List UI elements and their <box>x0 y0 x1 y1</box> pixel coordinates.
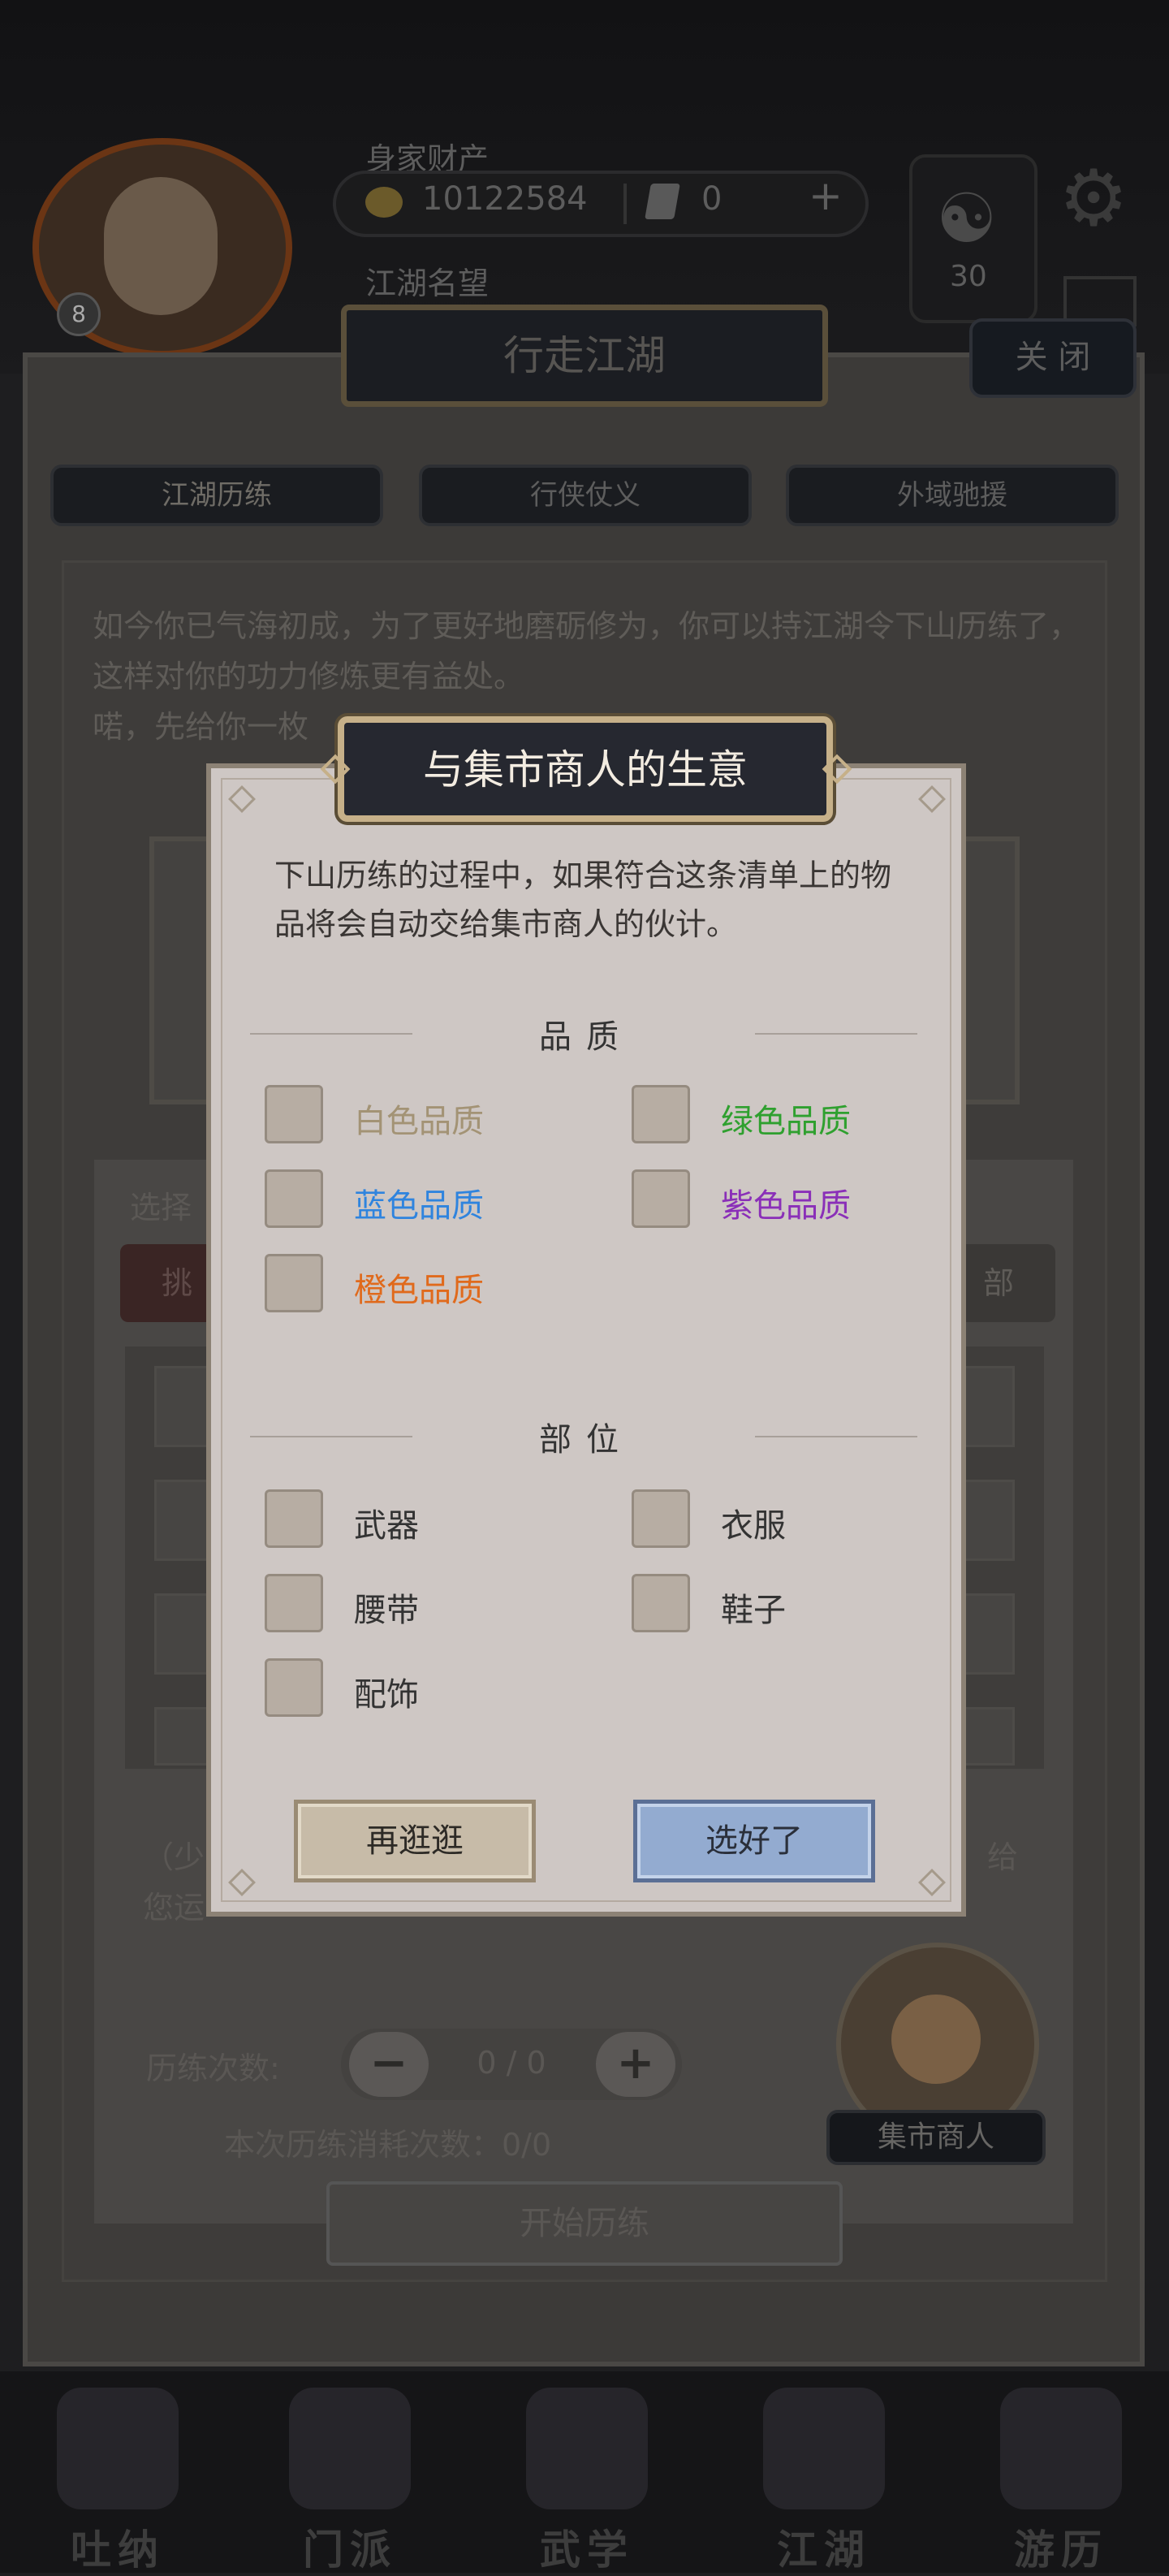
yin-yang-icon: ☯ <box>936 179 998 258</box>
belt-checkbox[interactable] <box>265 1574 323 1632</box>
main-dialog-title: 行走江湖 <box>503 332 666 379</box>
close-button[interactable]: 关 闭 <box>969 318 1137 398</box>
clothes-checkbox[interactable] <box>632 1489 690 1548</box>
accessory-checkbox[interactable] <box>265 1658 323 1717</box>
corner-ornament <box>914 781 947 814</box>
weapon-label: 武器 <box>354 1507 419 1545</box>
token-value: 0 <box>701 180 723 218</box>
orange-quality-label: 橙色品质 <box>354 1272 484 1309</box>
accessory-label: 配饰 <box>354 1676 419 1714</box>
decrement-button[interactable]: − <box>349 2032 429 2097</box>
nav-jianghu[interactable]: 江湖 <box>731 2371 917 2574</box>
increment-button[interactable]: + <box>596 2032 675 2097</box>
practice-count-label: 历练次数: <box>146 2051 280 2086</box>
shoes-label: 鞋子 <box>721 1592 786 1629</box>
green-quality-label: 绿色品质 <box>721 1103 851 1140</box>
section-divider <box>755 1436 917 1437</box>
corner-ornament <box>914 1865 947 1897</box>
white-quality-label: 白色品质 <box>354 1103 484 1140</box>
clothes-label: 衣服 <box>721 1507 786 1545</box>
consume-count-text: 本次历练消耗次数：0/0 <box>224 2127 552 2163</box>
practice-count-value: 0 / 0 <box>477 2045 546 2081</box>
white-quality-checkbox[interactable] <box>265 1085 323 1143</box>
coin-value: 10122584 <box>422 180 588 218</box>
gear-icon[interactable]: ⚙ <box>1059 153 1128 244</box>
select-label: 选择 <box>130 1190 192 1225</box>
merchant-button[interactable]: 集市商人 <box>826 2110 1046 2165</box>
browse-more-button[interactable]: 再逛逛 <box>294 1800 536 1882</box>
blue-quality-checkbox[interactable] <box>265 1169 323 1228</box>
blue-quality-label: 蓝色品质 <box>354 1187 484 1225</box>
coin-icon <box>365 187 403 218</box>
start-practice-button[interactable]: 开始历练 <box>326 2181 843 2266</box>
orange-quality-checkbox[interactable] <box>265 1254 323 1312</box>
section-divider <box>755 1033 917 1035</box>
green-quality-checkbox[interactable] <box>632 1085 690 1143</box>
fame-label: 江湖名望 <box>365 266 490 301</box>
add-currency-button[interactable]: + <box>809 172 843 219</box>
wealth-bar <box>333 171 869 237</box>
confirm-selection-button[interactable]: 选好了 <box>633 1800 875 1882</box>
shoes-checkbox[interactable] <box>632 1574 690 1632</box>
wealth-divider <box>623 184 627 224</box>
nav-martial-arts[interactable]: 武学 <box>494 2371 680 2574</box>
nav-travel[interactable]: 游历 <box>968 2371 1154 2574</box>
purple-quality-label: 紫色品质 <box>721 1187 851 1225</box>
purple-quality-checkbox[interactable] <box>632 1169 690 1228</box>
tab-chivalry[interactable]: 行侠仗义 <box>419 465 752 526</box>
modal-title: 与集市商人的生意 <box>423 746 748 793</box>
belt-label: 腰带 <box>354 1592 419 1629</box>
corner-ornament <box>224 781 257 814</box>
corner-ornament <box>224 1865 257 1897</box>
tab-jianghu-practice[interactable]: 江湖历练 <box>50 465 383 526</box>
level-badge: 8 <box>57 292 101 336</box>
tab-foreign-aid[interactable]: 外域驰援 <box>786 465 1119 526</box>
nav-tuna[interactable]: 吐纳 <box>24 2371 211 2574</box>
weapon-checkbox[interactable] <box>265 1489 323 1548</box>
yin-yang-count: 30 <box>950 260 987 293</box>
modal-description: 下山历练的过程中，如果符合这条清单上的物品将会自动交给集市商人的伙计。 <box>274 858 892 942</box>
nav-sect[interactable]: 门派 <box>257 2371 443 2574</box>
